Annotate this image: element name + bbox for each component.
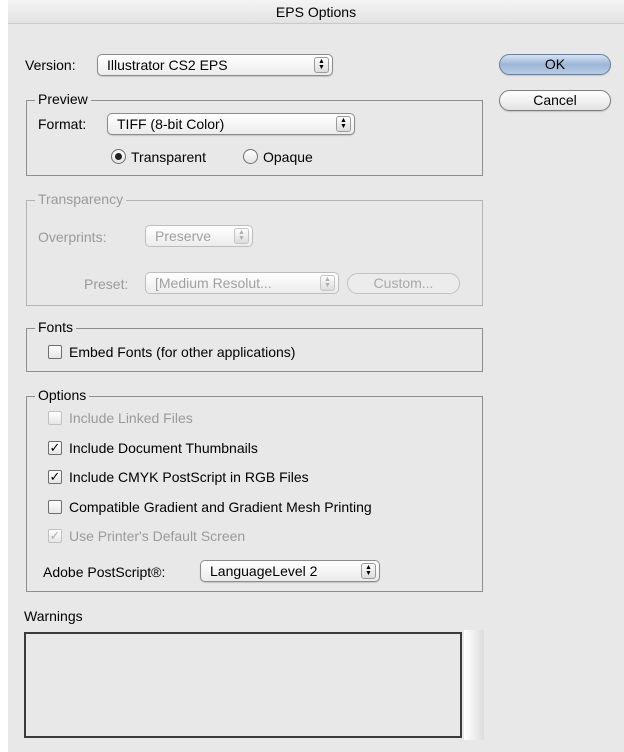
- updown-arrows-icon: ▲ ▼: [314, 57, 329, 73]
- transparency-group-title: Transparency: [35, 190, 127, 208]
- updown-arrows-icon: ▲ ▼: [234, 228, 249, 244]
- version-label: Version:: [25, 57, 76, 73]
- embed-fonts-label[interactable]: Embed Fonts (for other applications): [69, 343, 295, 361]
- overprints-label: Overprints:: [38, 229, 107, 245]
- include-document-thumbnails-checkbox[interactable]: ✓: [48, 441, 62, 455]
- warnings-label: Warnings: [24, 608, 83, 624]
- checkmark-icon: ✓: [49, 440, 61, 455]
- preset-select[interactable]: [Medium Resolut... ▲ ▼: [145, 272, 339, 294]
- use-printers-default-screen-label[interactable]: Use Printer's Default Screen: [69, 527, 245, 545]
- overprints-value: Preserve: [155, 228, 212, 244]
- use-printers-default-screen-checkbox[interactable]: ✓: [48, 529, 62, 543]
- preset-label: Preset:: [84, 276, 129, 292]
- preview-group-title: Preview: [35, 90, 91, 108]
- preview-format-value: TIFF (8-bit Color): [117, 116, 225, 132]
- postscript-level-select[interactable]: LanguageLevel 2 ▲ ▼: [200, 560, 380, 582]
- preview-group: [26, 100, 483, 176]
- updown-arrows-icon: ▲ ▼: [361, 563, 376, 579]
- embed-fonts-checkbox[interactable]: [48, 345, 62, 359]
- transparent-radio[interactable]: [111, 149, 126, 164]
- include-linked-files-label[interactable]: Include Linked Files: [69, 409, 193, 427]
- compatible-gradient-label[interactable]: Compatible Gradient and Gradient Mesh Pr…: [69, 498, 372, 516]
- warnings-text-area[interactable]: [24, 632, 462, 738]
- opaque-radio[interactable]: [243, 149, 258, 164]
- include-cmyk-postscript-label[interactable]: Include CMYK PostScript in RGB Files: [69, 468, 309, 486]
- window-title: EPS Options: [8, 0, 624, 24]
- compatible-gradient-checkbox[interactable]: [48, 500, 62, 514]
- options-group-title: Options: [35, 386, 90, 404]
- format-label: Format:: [38, 116, 87, 132]
- eps-options-dialog: EPS Options Version: Illustrator CS2 EPS…: [8, 0, 624, 752]
- include-linked-files-checkbox[interactable]: [48, 411, 62, 425]
- warnings-scrollbar[interactable]: [464, 630, 484, 740]
- preview-format-select[interactable]: TIFF (8-bit Color) ▲ ▼: [107, 113, 355, 135]
- preset-value: [Medium Resolut...: [155, 275, 272, 291]
- transparent-label[interactable]: Transparent: [131, 148, 206, 166]
- radio-selected-dot: [115, 153, 122, 160]
- cancel-button[interactable]: Cancel: [499, 90, 611, 111]
- adobe-postscript-label: Adobe PostScript®:: [43, 564, 166, 580]
- include-document-thumbnails-label[interactable]: Include Document Thumbnails: [69, 439, 258, 457]
- postscript-level-value: LanguageLevel 2: [210, 563, 318, 579]
- updown-arrows-icon: ▲ ▼: [320, 275, 335, 291]
- checkmark-icon: ✓: [49, 528, 61, 543]
- opaque-label[interactable]: Opaque: [263, 148, 313, 166]
- version-select[interactable]: Illustrator CS2 EPS ▲ ▼: [97, 54, 333, 76]
- include-cmyk-postscript-checkbox[interactable]: ✓: [48, 470, 62, 484]
- checkmark-icon: ✓: [49, 469, 61, 484]
- version-select-value: Illustrator CS2 EPS: [107, 57, 228, 73]
- updown-arrows-icon: ▲ ▼: [336, 116, 351, 132]
- ok-button[interactable]: OK: [499, 54, 611, 75]
- custom-button[interactable]: Custom...: [347, 273, 460, 294]
- fonts-group-title: Fonts: [35, 318, 77, 336]
- overprints-select[interactable]: Preserve ▲ ▼: [145, 225, 253, 247]
